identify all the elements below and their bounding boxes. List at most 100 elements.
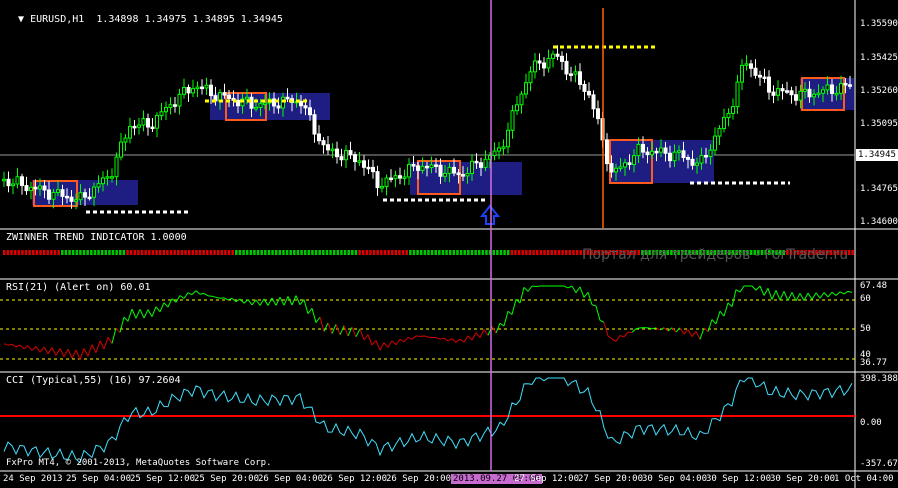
- trend-cell: [115, 250, 118, 255]
- rsi-line-segment: [283, 296, 289, 306]
- candle-body: [524, 82, 528, 95]
- candle-body: [105, 176, 110, 179]
- candle-body: [393, 175, 398, 180]
- candle-body: [159, 111, 164, 117]
- trend-cell: [561, 250, 564, 255]
- trend-cell: [521, 250, 524, 255]
- trend-cell: [93, 250, 97, 255]
- trend-cell: [137, 250, 140, 255]
- trend-cell: [474, 250, 477, 255]
- trend-cell: [307, 250, 311, 255]
- candle-body: [150, 126, 155, 130]
- rsi-line-segment: [847, 290, 853, 293]
- chart-canvas[interactable]: [0, 0, 898, 488]
- dropdown-arrow-icon[interactable]: ▼: [18, 14, 30, 25]
- candle-body: [308, 107, 312, 116]
- candle-body: [339, 156, 344, 161]
- candle-body: [51, 191, 56, 200]
- trend-cell: [108, 250, 111, 255]
- trend-cell: [82, 250, 86, 255]
- rsi-line-segment: [775, 290, 781, 301]
- trend-cell: [144, 250, 147, 255]
- candle-body: [825, 84, 830, 91]
- candle-body: [209, 84, 213, 97]
- trend-indicator-caption: ZWINNER TREND INDICATOR 1.0000: [6, 232, 187, 243]
- rsi-line-segment: [75, 349, 81, 360]
- rsi-line-segment: [579, 286, 585, 298]
- trend-cell: [448, 250, 452, 255]
- rsi-tick: 50: [860, 324, 871, 334]
- candle-body: [434, 164, 438, 167]
- candle-body: [803, 88, 807, 92]
- rsi-line-segment: [307, 307, 313, 314]
- rsi-line-segment: [407, 336, 413, 340]
- trend-cell: [506, 250, 510, 255]
- rsi-line-segment: [671, 327, 677, 333]
- rsi-line-segment: [615, 335, 621, 342]
- rsi-line-segment: [635, 327, 641, 330]
- rsi-line-segment: [195, 290, 201, 295]
- trend-cell: [220, 250, 224, 255]
- candle-body: [11, 183, 15, 187]
- trend-cell: [180, 250, 184, 255]
- rsi-line-segment: [143, 309, 149, 319]
- rsi-line-segment: [247, 299, 253, 306]
- trend-cell: [24, 250, 28, 255]
- rsi-line-segment: [119, 317, 125, 333]
- trend-cell: [75, 250, 79, 255]
- trend-cell: [463, 250, 466, 255]
- rsi-line-segment: [327, 322, 333, 334]
- rsi-line-segment: [99, 340, 105, 350]
- rsi-line-segment: [115, 327, 121, 333]
- trend-cell: [249, 250, 253, 255]
- rsi-line-segment: [759, 285, 765, 296]
- candle-body: [69, 196, 74, 202]
- candle-body: [695, 162, 699, 166]
- rsi-line-segment: [87, 344, 93, 357]
- candle-body: [830, 84, 834, 94]
- rsi-line-segment: [607, 335, 613, 340]
- trend-cell: [3, 250, 6, 255]
- rsi-line-segment: [723, 302, 729, 317]
- rsi-line-segment: [91, 344, 97, 353]
- candle-body: [402, 176, 407, 179]
- trend-cell: [267, 250, 271, 255]
- trend-cell: [35, 250, 39, 255]
- candle-body: [564, 60, 569, 75]
- rsi-line-segment: [683, 329, 689, 335]
- price-tick: 1.35590: [860, 19, 898, 29]
- trend-cell: [21, 250, 24, 255]
- rsi-line-segment: [571, 285, 577, 293]
- trend-cell: [347, 250, 350, 255]
- rsi-caption: RSI(21) (Alert on) 60.01: [6, 282, 151, 293]
- rsi-line-segment: [535, 285, 541, 288]
- rsi-line-segment: [131, 308, 137, 319]
- rsi-line-segment: [3, 343, 9, 346]
- candle-body: [785, 90, 789, 93]
- trend-cell: [452, 250, 456, 255]
- supply-demand-zone: [610, 140, 714, 183]
- rsi-line-segment: [611, 338, 617, 342]
- trend-cell: [17, 250, 21, 255]
- rsi-line-segment: [835, 291, 841, 296]
- candle-body: [645, 151, 650, 156]
- candle-body: [47, 189, 51, 200]
- trend-cell: [329, 250, 332, 255]
- candle-body: [839, 82, 843, 94]
- rsi-line-segment: [367, 334, 373, 346]
- candle-body: [762, 76, 767, 80]
- candle-body: [749, 63, 753, 69]
- candle-body: [263, 102, 267, 105]
- trend-cell: [528, 250, 532, 255]
- price-tick: 1.35260: [860, 86, 898, 96]
- trend-cell: [503, 250, 506, 255]
- candle-body: [623, 162, 627, 168]
- rsi-line-segment: [451, 338, 457, 343]
- rsi-line-segment: [343, 325, 349, 336]
- candle-body: [2, 178, 6, 182]
- trend-cell: [140, 250, 144, 255]
- candle-body: [168, 104, 173, 108]
- cci-caption: CCI (Typical,55) (16) 97.2604: [6, 375, 181, 386]
- candle-body: [510, 110, 515, 131]
- rsi-line-segment: [391, 340, 397, 346]
